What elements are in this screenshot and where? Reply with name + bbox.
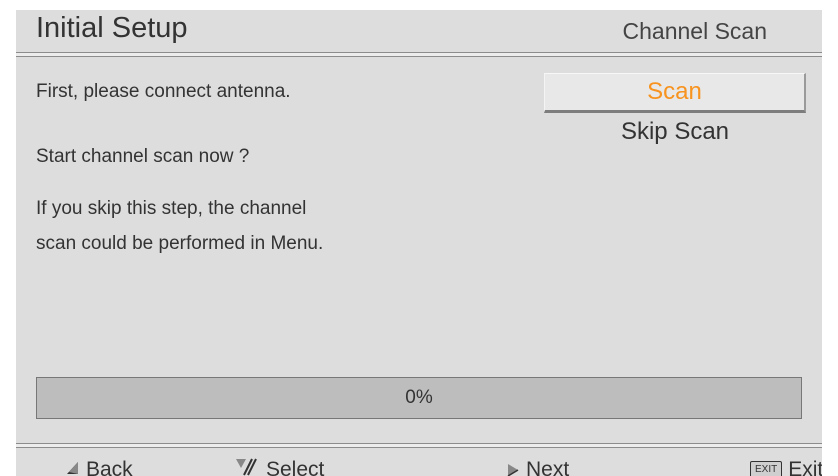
footer-next[interactable]: Next [506,455,569,476]
footer-exit[interactable]: EXIT Exit [750,455,822,476]
right-arrow-icon [506,458,520,476]
page-title: Initial Setup [36,12,188,44]
scan-progress-bar: 0% [36,377,802,419]
title-bar: Initial Setup Channel Scan [16,10,822,50]
step-title: Channel Scan [622,18,768,44]
footer-back[interactable]: Back [64,455,133,476]
back-label: Back [86,458,133,476]
select-label: Select [266,458,325,476]
instruction-skip-line2: scan could be performed in Menu. [36,233,324,254]
instruction-scan-prompt: Start channel scan now ? [36,146,250,167]
left-arrow-icon [64,458,80,476]
exit-label: Exit [788,458,822,476]
exit-key-icon: EXIT [750,461,783,476]
progress-label: 0% [405,387,433,408]
up-down-arrow-icon [234,457,260,476]
footer-select[interactable]: Select [234,455,324,476]
setup-screen: Initial Setup Channel Scan First, please… [16,10,822,476]
instruction-skip-line1: If you skip this step, the channel [36,198,307,219]
instruction-antenna: First, please connect antenna. [36,81,291,102]
header-divider [16,52,822,57]
next-label: Next [526,458,570,476]
footer-divider [16,443,822,448]
skip-scan-button[interactable]: Skip Scan [544,114,806,154]
scan-button[interactable]: Scan [544,73,806,113]
